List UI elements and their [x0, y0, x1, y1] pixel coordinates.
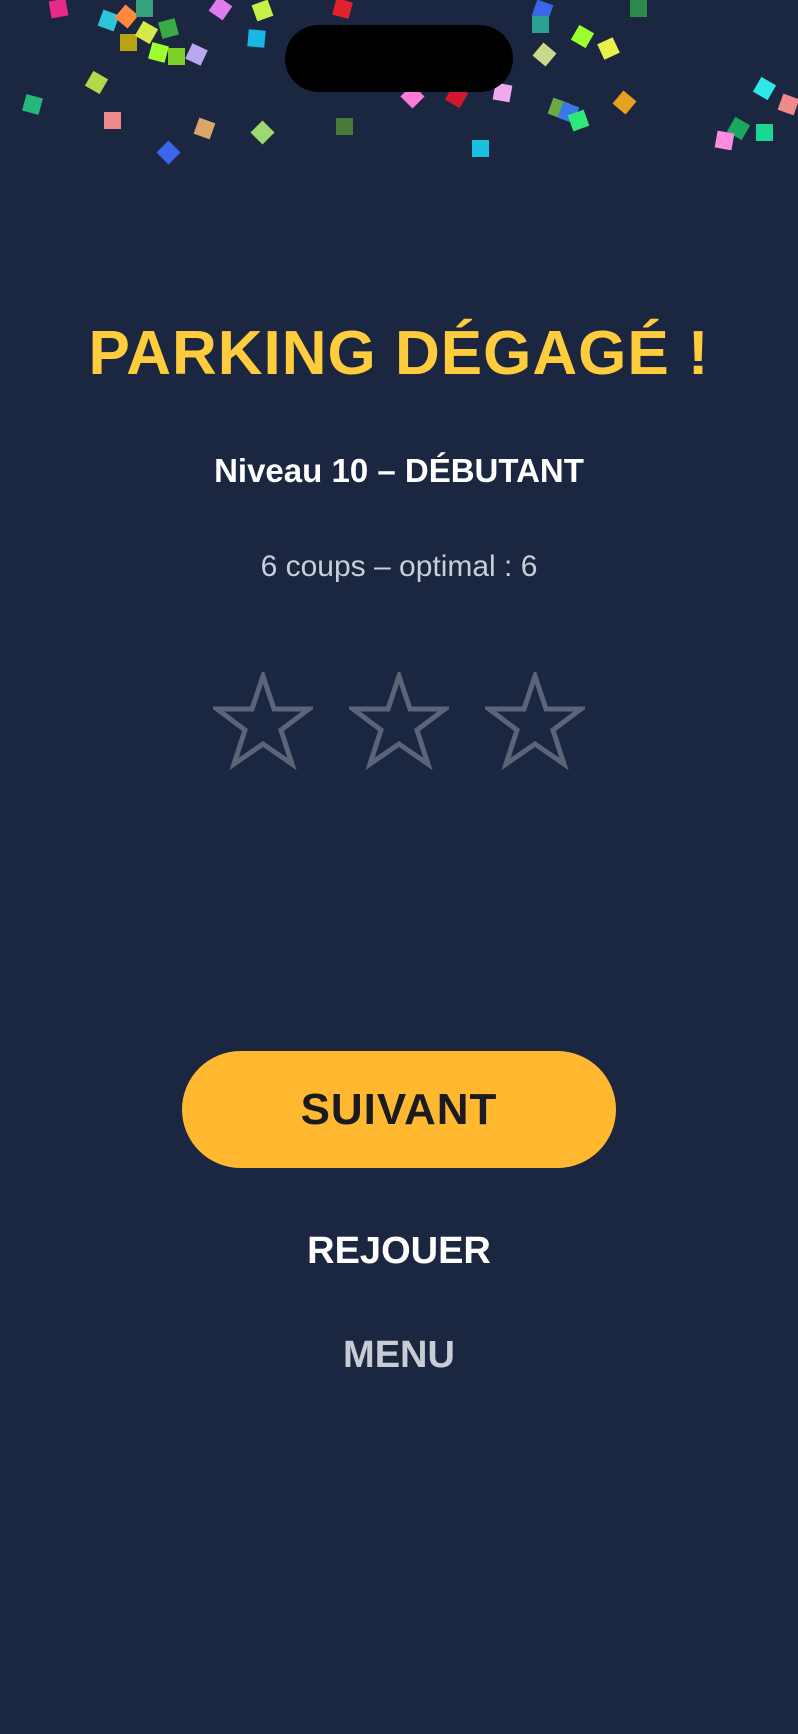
confetti-piece [570, 24, 595, 49]
confetti-piece [247, 29, 266, 48]
level-subtitle: Niveau 10 – DÉBUTANT [214, 452, 584, 489]
confetti-piece [532, 16, 549, 33]
level-complete-screen: { "result": { "title": "PARKING DÉGAGÉ !… [0, 0, 798, 1734]
replay-button[interactable]: REJOUER [249, 1226, 549, 1276]
confetti-piece [532, 42, 557, 67]
confetti-piece [22, 94, 43, 115]
menu-button[interactable]: MENU [249, 1330, 549, 1380]
confetti-piece [120, 34, 137, 51]
confetti-piece [134, 20, 159, 45]
confetti-piece [597, 37, 620, 60]
next-level-button[interactable]: SUIVANT [182, 1051, 616, 1168]
confetti-piece [752, 76, 777, 101]
star-rating [213, 672, 585, 772]
confetti-piece [208, 0, 233, 21]
dynamic-island [285, 25, 513, 92]
confetti-piece [84, 70, 109, 95]
confetti-piece [148, 42, 169, 63]
confetti-piece [777, 93, 798, 116]
confetti-piece [185, 43, 208, 66]
confetti-piece [251, 0, 274, 22]
confetti-piece [630, 0, 647, 17]
confetti-piece [136, 0, 153, 17]
confetti-piece [168, 48, 185, 65]
confetti-piece [332, 0, 353, 19]
confetti-piece [114, 4, 139, 29]
star-icon [349, 672, 449, 771]
confetti-piece [158, 18, 179, 39]
confetti-piece [336, 118, 353, 135]
confetti-piece [156, 140, 181, 165]
confetti-piece [250, 120, 275, 145]
confetti-piece [193, 117, 216, 140]
confetti-piece [612, 90, 637, 115]
confetti-piece [97, 9, 120, 32]
level-complete-title: PARKING DÉGAGÉ ! [88, 319, 710, 388]
confetti-piece [756, 124, 773, 141]
confetti-piece [472, 140, 489, 157]
confetti-piece [104, 112, 121, 129]
star-icon [485, 672, 585, 771]
moves-summary: 6 coups – optimal : 6 [260, 550, 538, 583]
star-icon [213, 672, 313, 771]
confetti-piece [48, 0, 69, 19]
confetti-piece [714, 130, 735, 151]
